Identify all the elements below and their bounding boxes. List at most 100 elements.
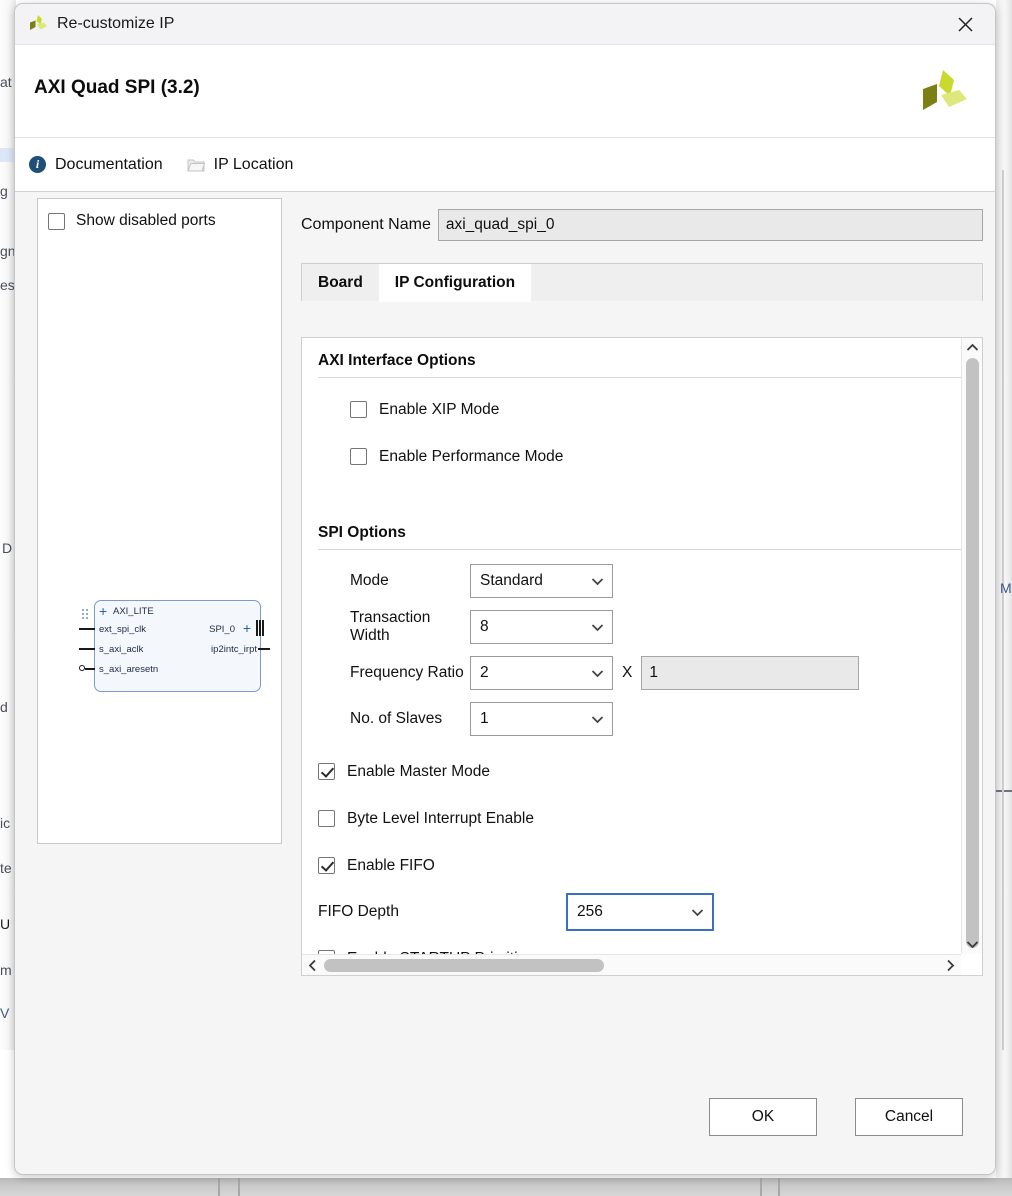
option-byte-level-interrupt-enable[interactable]: Byte Level Interrupt Enable [318,795,961,842]
no-of-slaves-dropdown[interactable]: 1 [470,702,613,736]
field-frequency-ratio: Frequency Ratio 2 X 1 [318,650,961,696]
port-label-ip2intc-irpt: ip2intc_irpt [211,644,257,655]
section-divider [318,549,961,550]
background-text-fragment: D [2,540,13,556]
enable-master-mode-label: Enable Master Mode [347,762,491,780]
chevron-down-icon [591,715,604,723]
background-text-fragment: es [0,277,15,293]
enable-xip-mode-label: Enable XIP Mode [379,400,500,418]
mode-label: Mode [350,572,389,589]
folder-icon [186,158,205,172]
section-title-spi-options: SPI Options [318,524,406,541]
enable-xip-mode-checkbox[interactable] [350,401,367,418]
background-text-fragment: U [0,916,11,932]
option-enable-performance-mode[interactable]: Enable Performance Mode [318,433,961,480]
expand-axi-lite-icon[interactable]: + [99,604,107,618]
chevron-down-icon [591,669,604,677]
port-pin [79,648,95,650]
ip-location-link[interactable]: IP Location [186,156,293,174]
tab-board[interactable]: Board [302,264,379,302]
background-text-fragment: V [0,1005,10,1021]
page-title: AXI Quad SPI (3.2) [34,77,200,98]
xilinx-brand-logo-icon [923,70,967,110]
xilinx-logo-icon [30,15,47,30]
byte-level-interrupt-enable-checkbox[interactable] [318,810,335,827]
dialog-title: Re-customize IP [57,15,175,32]
background-status-bar [0,1178,1012,1196]
fifo-depth-dropdown[interactable]: 256 [566,893,714,931]
show-disabled-ports-label: Show disabled ports [76,212,216,229]
background-statusbar-tick [760,1178,762,1196]
option-enable-master-mode[interactable]: Enable Master Mode [318,748,961,795]
transaction-width-dropdown[interactable]: 8 [470,610,613,644]
background-text-fragment: m [0,962,12,978]
field-fifo-depth: FIFO Depth 256 [318,889,961,935]
panel-horizontal-scrollbar[interactable] [302,954,961,975]
port-pin [258,648,270,650]
port-label-spi-0: SPI_0 [209,624,235,635]
byte-level-interrupt-enable-label: Byte Level Interrupt Enable [347,809,534,827]
expand-spi-0-icon[interactable]: + [243,621,251,635]
ok-button[interactable]: OK [709,1098,817,1136]
option-enable-startup-primitive[interactable]: Enable STARTUP Primitive [318,935,961,954]
background-statusbar-tick [218,1178,220,1196]
background-text-fragment: ic [0,815,11,831]
close-icon[interactable] [943,8,987,41]
frequency-multiplier-symbol: X [622,664,633,681]
fifo-depth-label: FIFO Depth [318,903,399,920]
dialog-header: AXI Quad SPI (3.2) [15,45,995,138]
no-of-slaves-value: 1 [480,710,489,727]
option-enable-fifo[interactable]: Enable FIFO [318,842,961,889]
background-text-fragment: at [0,74,12,90]
show-disabled-ports-row[interactable]: Show disabled ports [38,199,281,230]
vertical-scroll-thumb[interactable] [966,358,979,948]
component-name-input[interactable]: axi_quad_spi_0 [437,209,983,241]
panel-vertical-scrollbar[interactable] [961,338,982,954]
section-divider [318,377,961,378]
transaction-width-label: Transaction Width [350,609,431,644]
enable-performance-mode-label: Enable Performance Mode [379,447,564,465]
transaction-width-value: 8 [480,618,489,635]
scroll-right-icon[interactable] [940,955,961,975]
documentation-link[interactable]: i Documentation [29,156,163,174]
background-right-divider [996,790,1012,792]
chevron-down-icon [591,577,604,585]
dialog-toolbar: i Documentation IP Location [15,138,995,192]
option-enable-xip-mode[interactable]: Enable XIP Mode [318,386,961,433]
component-name-label: Component Name [301,216,431,233]
enable-performance-mode-checkbox[interactable] [350,448,367,465]
bus-connector-dots-icon [82,609,89,622]
component-name-row: Component Name axi_quad_spi_0 [301,206,983,244]
mode-dropdown[interactable]: Standard [470,564,613,598]
background-panel-edge [1002,170,1004,1050]
frequency-ratio-dropdown[interactable]: 2 [470,656,613,690]
enable-master-mode-checkbox[interactable] [318,763,335,780]
show-disabled-ports-checkbox[interactable] [48,212,65,230]
no-of-slaves-label: No. of Slaves [350,710,443,727]
port-pin [79,628,95,630]
chevron-down-icon [691,908,704,916]
enable-fifo-label: Enable FIFO [347,856,435,874]
scroll-down-icon[interactable] [962,935,982,954]
documentation-label: Documentation [55,155,163,173]
dialog-titlebar: Re-customize IP [15,4,995,45]
bus-connector-bars-icon [256,620,265,636]
enable-fifo-checkbox[interactable] [318,857,335,874]
tab-ip-configuration[interactable]: IP Configuration [378,264,532,302]
cancel-button[interactable]: Cancel [855,1098,963,1136]
dialog-body: Show disabled ports + AXI_LITE ext_spi_c… [15,192,995,1068]
chevron-down-icon [591,623,604,631]
re-customize-ip-dialog: Re-customize IP AXI Quad SPI (3.2) i Doc… [14,3,996,1175]
dialog-footer: OK Cancel [15,1078,995,1174]
scroll-up-icon[interactable] [962,338,982,357]
scroll-left-icon[interactable] [302,959,323,972]
frequency-multiplier-input[interactable]: 1 [641,656,860,690]
background-text-fragment: g [0,183,8,199]
background-statusbar-tick [238,1178,240,1196]
frequency-ratio-value: 2 [480,664,489,681]
horizontal-scroll-thumb[interactable] [324,959,604,972]
section-title-axi-interface: AXI Interface Options [318,352,476,369]
background-text-fragment: te [0,860,12,876]
active-low-bubble-icon [79,665,85,671]
tabstrip: Board IP Configuration [301,263,983,302]
